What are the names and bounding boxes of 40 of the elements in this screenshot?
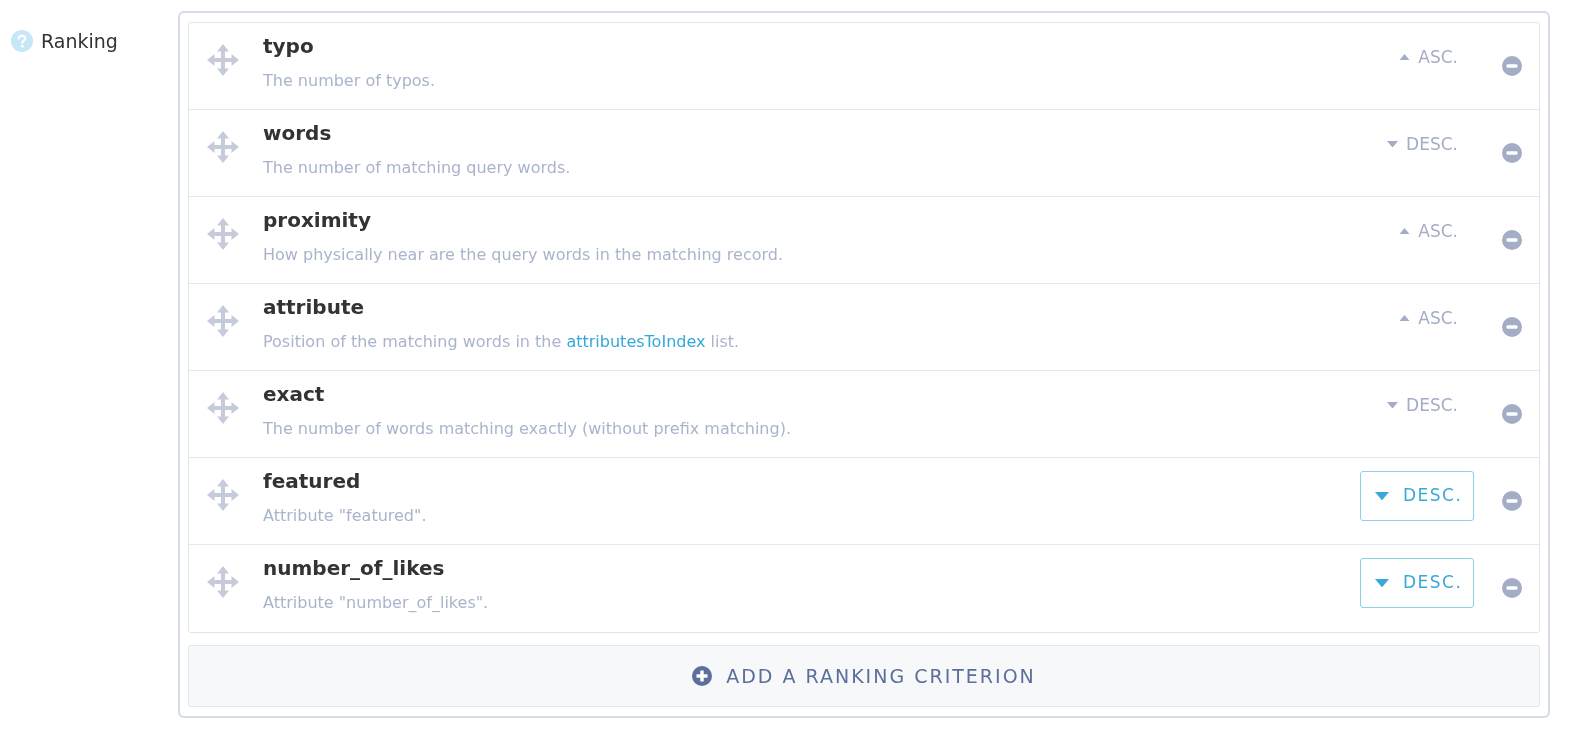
criterion-description: The number of words matching exactly (without prefix matching). [263, 418, 792, 440]
help-icon[interactable] [11, 30, 33, 52]
minus-circle-icon[interactable] [1502, 143, 1522, 163]
move-arrows-icon[interactable] [207, 44, 239, 76]
move-arrows-icon[interactable] [207, 479, 239, 511]
criterion-description: Position of the matching words in the attributesToIndex list. [263, 331, 741, 353]
criterion-name: words [263, 120, 333, 146]
sort-order-label: DESC. [1406, 134, 1458, 154]
sort-order-button[interactable]: DESC. [1360, 471, 1474, 521]
sort-order-label: ASC. [1418, 47, 1458, 67]
move-arrows-icon[interactable] [207, 218, 239, 250]
minus-circle-icon[interactable] [1502, 491, 1522, 511]
criterion-description: The number of typos. [263, 70, 436, 92]
criterion-description: Attribute "number_of_likes". [263, 592, 490, 614]
sort-order-label: ASC. [1418, 221, 1458, 241]
criterion-name: featured [263, 468, 362, 494]
minus-circle-icon[interactable] [1502, 317, 1522, 337]
move-arrows-icon[interactable] [207, 392, 239, 424]
criterion-name: attribute [263, 294, 365, 320]
move-arrows-icon[interactable] [207, 131, 239, 163]
sort-order-label: ASC. [1418, 308, 1458, 328]
minus-circle-icon[interactable] [1502, 578, 1522, 598]
criterion-name: typo [263, 33, 315, 59]
minus-circle-icon[interactable] [1502, 56, 1522, 76]
move-arrows-icon[interactable] [207, 566, 239, 598]
minus-circle-icon[interactable] [1502, 230, 1522, 250]
criterion-description: The number of matching query words. [263, 157, 572, 179]
criterion-description: Attribute "featured". [263, 505, 428, 527]
move-arrows-icon[interactable] [207, 305, 239, 337]
criterion-description: How physically near are the query words in the matching record. [263, 244, 784, 266]
field-label: Ranking [41, 30, 118, 52]
minus-circle-icon[interactable] [1502, 404, 1522, 424]
criterion-name: proximity [263, 207, 372, 233]
criterion-name: number_of_likes [263, 555, 446, 581]
plus-circle-icon [692, 666, 713, 686]
criterion-name: exact [263, 381, 326, 407]
add-criterion-button[interactable]: ADD A RANKING CRITERION [188, 645, 1540, 707]
sort-order-label: DESC. [1406, 395, 1458, 415]
attributes-link[interactable]: attributesToIndex [566, 332, 706, 351]
sort-order-button[interactable]: DESC. [1360, 558, 1474, 608]
